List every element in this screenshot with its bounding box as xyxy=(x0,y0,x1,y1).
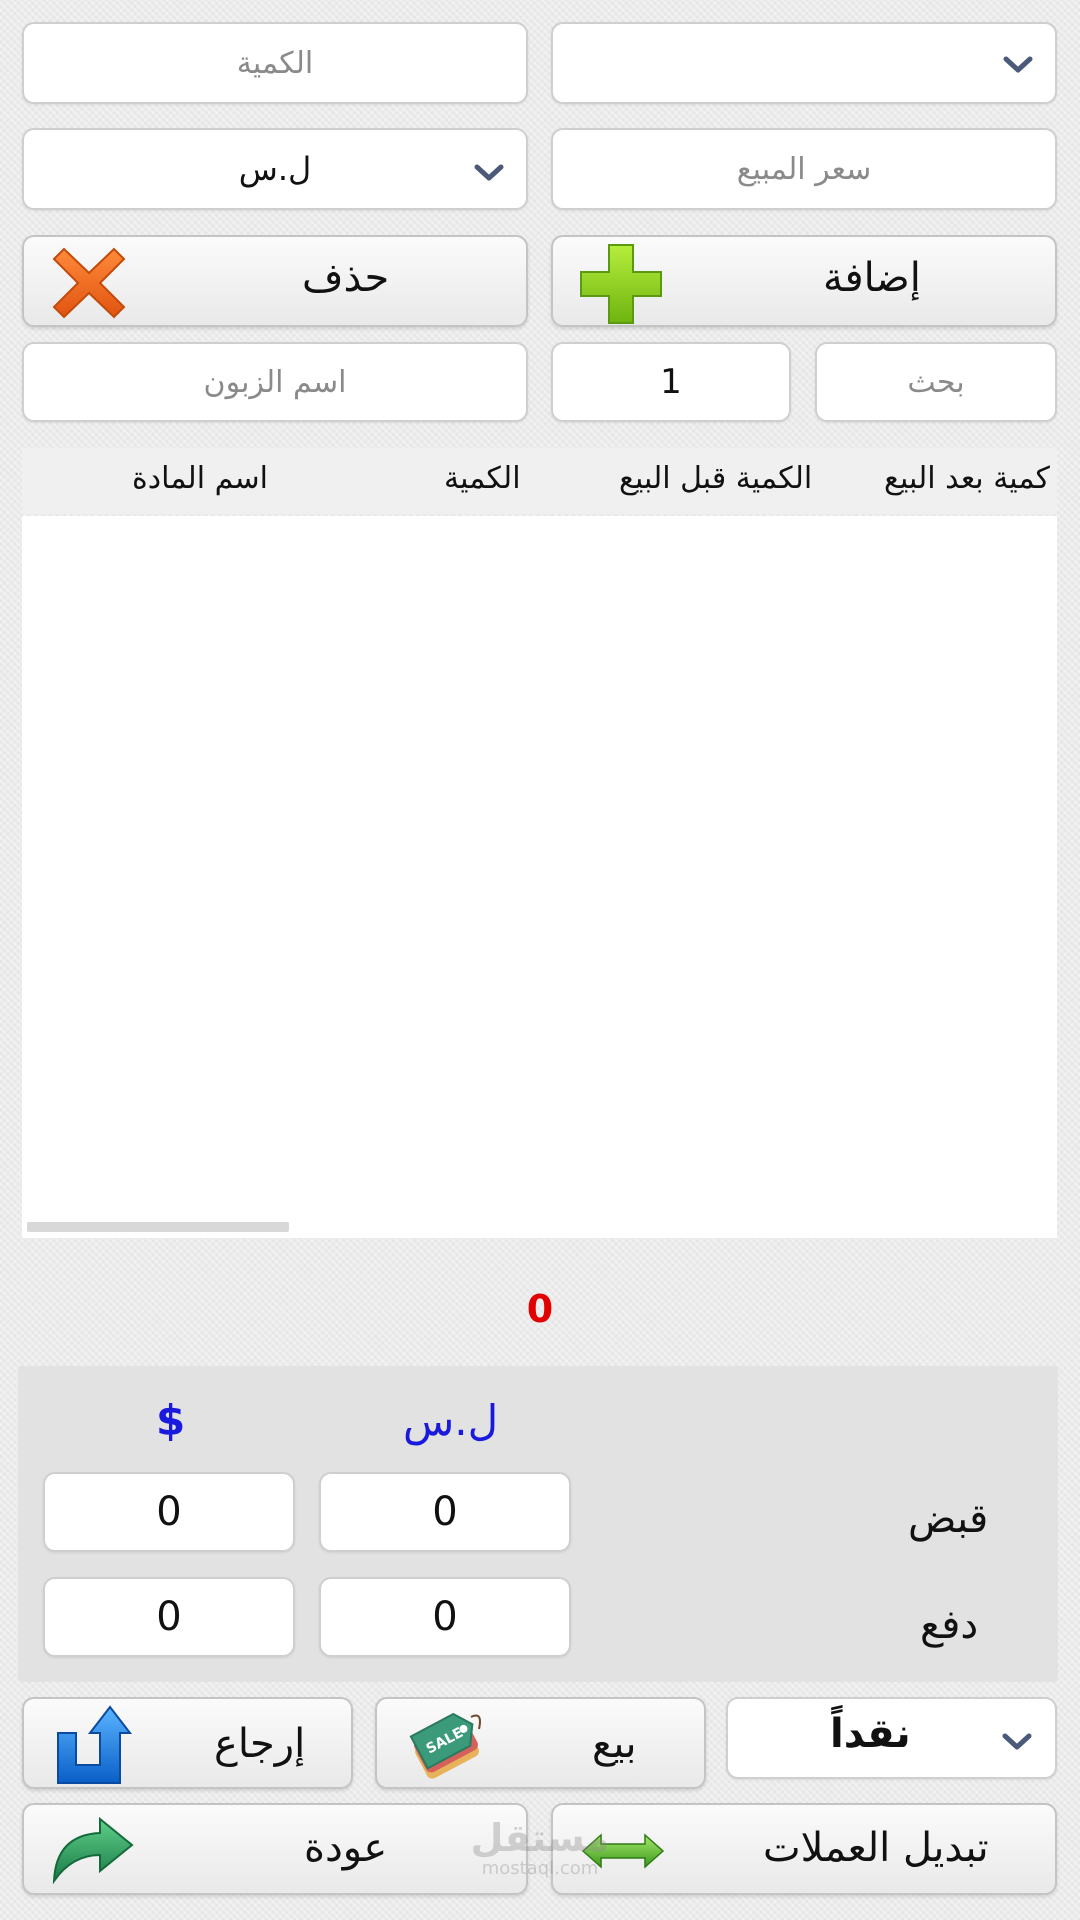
sell-button-label: بيع xyxy=(592,1721,637,1767)
product-select[interactable] xyxy=(551,22,1057,104)
column-header-qty-before: الكمية قبل البيع xyxy=(619,461,813,496)
table-body[interactable] xyxy=(22,516,1057,1238)
exchange-currency-button-label: تبديل العملات xyxy=(763,1825,989,1871)
quantity-placeholder: الكمية xyxy=(236,45,314,81)
return-arrow-icon xyxy=(57,1705,133,1784)
payment-type-select[interactable]: نقداً xyxy=(726,1697,1057,1779)
sale-price-input[interactable]: سعر المبيع xyxy=(551,128,1057,210)
pay-usd-value: 0 xyxy=(156,1594,182,1640)
green-plus-icon xyxy=(580,244,662,324)
pay-usd-input[interactable]: 0 xyxy=(43,1577,295,1657)
watermark-subtext: mostaql.com xyxy=(481,1858,599,1879)
horizontal-scrollbar[interactable] xyxy=(27,1222,289,1232)
orange-x-icon xyxy=(52,247,126,319)
delete-button-label: حذف xyxy=(302,255,390,301)
receive-usd-value: 0 xyxy=(156,1489,182,1535)
pay-label: دفع xyxy=(920,1602,979,1648)
sell-button[interactable]: SALE بيع xyxy=(375,1697,706,1789)
chevron-down-icon xyxy=(1003,56,1033,73)
column-header-qty: الكمية xyxy=(444,461,521,496)
back-button[interactable]: عودة xyxy=(22,1803,528,1895)
chevron-down-icon xyxy=(474,164,504,181)
total-value: 0 xyxy=(526,1287,554,1331)
receive-syp-value: 0 xyxy=(432,1489,458,1535)
receive-syp-input[interactable]: 0 xyxy=(319,1472,571,1552)
delete-button[interactable]: حذف xyxy=(22,235,528,327)
table-header: كمية بعد البيع الكمية قبل البيع الكمية ا… xyxy=(22,448,1057,514)
customer-name-placeholder: اسم الزبون xyxy=(203,364,347,400)
watermark: مستقل mostaql.com xyxy=(470,1818,610,1888)
currency-select[interactable]: ل.س xyxy=(22,128,528,210)
payment-type-value: نقداً xyxy=(830,1711,911,1757)
quantity-input[interactable]: الكمية xyxy=(22,22,528,104)
pay-syp-value: 0 xyxy=(432,1594,458,1640)
return-button-label: إرجاع xyxy=(214,1721,306,1767)
receive-usd-input[interactable]: 0 xyxy=(43,1472,295,1552)
payment-summary-panel: ل.س $ قبض 0 0 دفع 0 0 xyxy=(18,1366,1058,1682)
column-header-qty-after: كمية بعد البيع xyxy=(884,461,1050,496)
green-arrow-icon xyxy=(52,1816,134,1885)
watermark-text: مستقل xyxy=(470,1816,610,1860)
sale-price-placeholder: سعر المبيع xyxy=(736,151,872,187)
chevron-down-icon xyxy=(1002,1733,1032,1750)
sale-tag-icon: SALE xyxy=(409,1712,481,1779)
count-input[interactable]: 1 xyxy=(551,342,791,422)
return-button[interactable]: إرجاع xyxy=(22,1697,353,1789)
currency-header-usd: $ xyxy=(156,1396,186,1445)
exchange-currency-button[interactable]: تبديل العملات xyxy=(551,1803,1057,1895)
customer-name-input[interactable]: اسم الزبون xyxy=(22,342,528,422)
currency-select-value: ل.س xyxy=(238,150,312,188)
back-button-label: عودة xyxy=(304,1825,388,1871)
currency-header-syp: ل.س xyxy=(403,1396,499,1445)
receive-label: قبض xyxy=(908,1496,989,1542)
pay-syp-input[interactable]: 0 xyxy=(319,1577,571,1657)
search-placeholder: بحث xyxy=(907,364,965,400)
add-button[interactable]: إضافة xyxy=(551,235,1057,327)
column-header-item-name: اسم المادة xyxy=(132,461,269,496)
search-input[interactable]: بحث xyxy=(815,342,1057,422)
add-button-label: إضافة xyxy=(823,255,921,301)
count-value: 1 xyxy=(660,362,682,402)
